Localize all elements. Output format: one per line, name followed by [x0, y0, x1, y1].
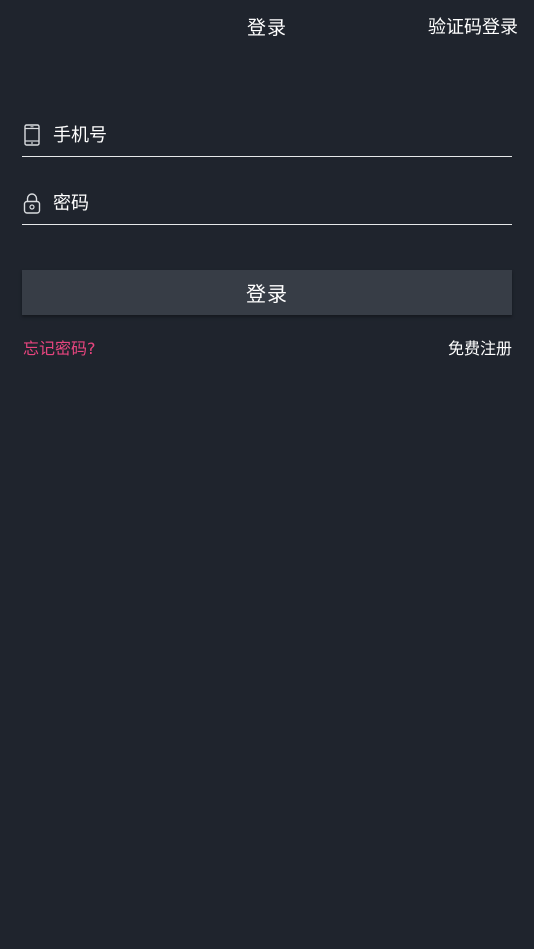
lock-icon — [23, 190, 45, 216]
phone-icon — [23, 122, 45, 148]
phone-input[interactable] — [53, 120, 512, 150]
login-button[interactable]: 登录 — [22, 270, 512, 315]
register-link[interactable]: 免费注册 — [448, 337, 512, 361]
sms-login-button[interactable]: 验证码登录 — [428, 14, 518, 42]
top-bar: 登录 验证码登录 — [0, 0, 534, 56]
forgot-password-link[interactable]: 忘记密码? — [23, 337, 96, 361]
password-input[interactable] — [53, 188, 512, 218]
phone-field — [22, 114, 512, 157]
password-field — [22, 182, 512, 225]
login-screen: 登录 验证码登录 登录 忘记密码? 免费注册 — [0, 0, 534, 949]
